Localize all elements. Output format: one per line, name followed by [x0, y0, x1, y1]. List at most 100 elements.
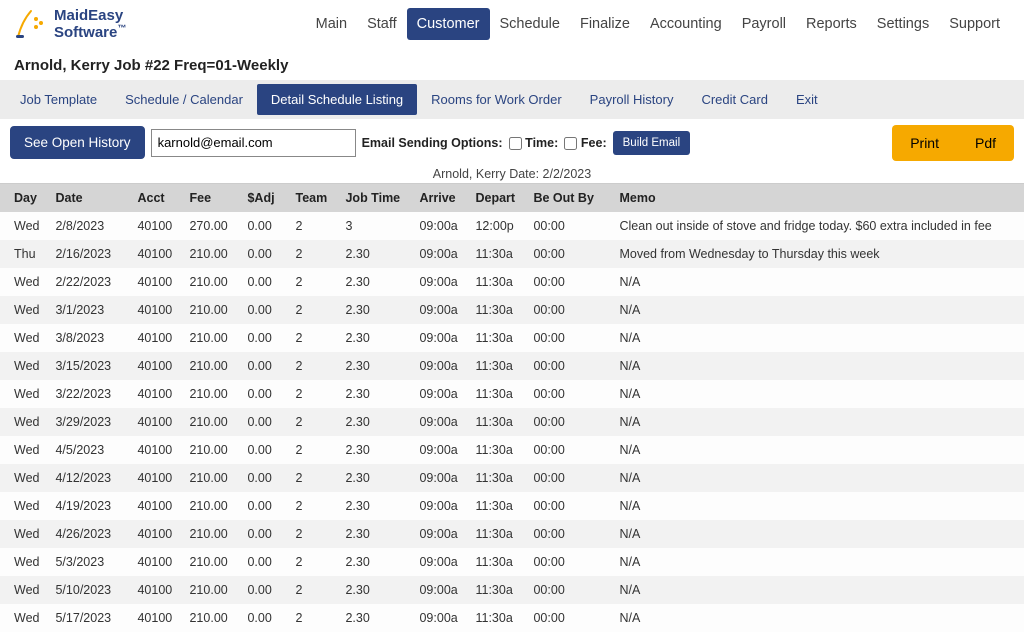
time-checkbox[interactable]: [509, 137, 522, 150]
cell-day: Wed: [0, 352, 47, 380]
cell-memo: N/A: [611, 520, 1024, 548]
cell-job: 2.30: [337, 492, 411, 520]
tab-credit-card[interactable]: Credit Card: [687, 84, 781, 115]
pdf-button[interactable]: Pdf: [957, 125, 1014, 161]
nav-schedule[interactable]: Schedule: [490, 8, 570, 40]
cell-arrive: 09:00a: [411, 352, 467, 380]
tab-detail-schedule-listing[interactable]: Detail Schedule Listing: [257, 84, 417, 115]
schedule-table-wrap[interactable]: Day Date Acct Fee $Adj Team Job Time Arr…: [0, 183, 1024, 632]
cell-job: 2.30: [337, 240, 411, 268]
cell-day: Thu: [0, 240, 47, 268]
cell-team: 2: [287, 464, 337, 492]
cell-acct: 40100: [129, 464, 181, 492]
email-input[interactable]: [151, 129, 356, 157]
table-row[interactable]: Wed5/10/202340100210.000.0022.3009:00a11…: [0, 576, 1024, 604]
cell-arrive: 09:00a: [411, 436, 467, 464]
nav-customer[interactable]: Customer: [407, 8, 490, 40]
nav-accounting[interactable]: Accounting: [640, 8, 732, 40]
cell-day: Wed: [0, 212, 47, 240]
cell-fee: 210.00: [181, 380, 239, 408]
cell-day: Wed: [0, 576, 47, 604]
col-memo: Memo: [611, 184, 1024, 212]
cell-date: 2/8/2023: [47, 212, 129, 240]
tab-job-template[interactable]: Job Template: [6, 84, 111, 115]
cell-adj: 0.00: [239, 464, 287, 492]
cell-team: 2: [287, 380, 337, 408]
cell-acct: 40100: [129, 212, 181, 240]
cell-arrive: 09:00a: [411, 408, 467, 436]
cell-job: 2.30: [337, 548, 411, 576]
table-row[interactable]: Wed3/15/202340100210.000.0022.3009:00a11…: [0, 352, 1024, 380]
table-row[interactable]: Wed2/8/202340100270.000.002309:00a12:00p…: [0, 212, 1024, 240]
time-checkbox-wrap[interactable]: Time:: [509, 135, 559, 150]
table-row[interactable]: Thu2/16/202340100210.000.0022.3009:00a11…: [0, 240, 1024, 268]
nav-support[interactable]: Support: [939, 8, 1010, 40]
cell-out: 00:00: [525, 492, 611, 520]
tab-exit[interactable]: Exit: [782, 84, 832, 115]
table-row[interactable]: Wed4/19/202340100210.000.0022.3009:00a11…: [0, 492, 1024, 520]
cell-arrive: 09:00a: [411, 296, 467, 324]
cell-job: 3: [337, 212, 411, 240]
nav-main[interactable]: Main: [306, 8, 357, 40]
cell-team: 2: [287, 212, 337, 240]
cell-adj: 0.00: [239, 436, 287, 464]
cell-arrive: 09:00a: [411, 576, 467, 604]
table-row[interactable]: Wed2/22/202340100210.000.0022.3009:00a11…: [0, 268, 1024, 296]
cell-depart: 11:30a: [467, 548, 525, 576]
nav-settings[interactable]: Settings: [867, 8, 939, 40]
table-row[interactable]: Wed5/3/202340100210.000.0022.3009:00a11:…: [0, 548, 1024, 576]
table-row[interactable]: Wed3/8/202340100210.000.0022.3009:00a11:…: [0, 324, 1024, 352]
build-email-button[interactable]: Build Email: [613, 131, 691, 155]
table-row[interactable]: Wed4/5/202340100210.000.0022.3009:00a11:…: [0, 436, 1024, 464]
cell-adj: 0.00: [239, 408, 287, 436]
cell-date: 4/12/2023: [47, 464, 129, 492]
nav-finalize[interactable]: Finalize: [570, 8, 640, 40]
fee-checkbox-wrap[interactable]: Fee:: [564, 135, 606, 150]
open-history-button[interactable]: See Open History: [10, 126, 145, 159]
table-row[interactable]: Wed3/29/202340100210.000.0022.3009:00a11…: [0, 408, 1024, 436]
cell-depart: 11:30a: [467, 576, 525, 604]
table-row[interactable]: Wed4/12/202340100210.000.0022.3009:00a11…: [0, 464, 1024, 492]
cell-acct: 40100: [129, 380, 181, 408]
cell-job: 2.30: [337, 604, 411, 632]
cell-out: 00:00: [525, 604, 611, 632]
top-nav: MainStaffCustomerScheduleFinalizeAccount…: [306, 8, 1010, 40]
cell-date: 3/22/2023: [47, 380, 129, 408]
cell-depart: 11:30a: [467, 520, 525, 548]
fee-checkbox[interactable]: [564, 137, 577, 150]
cell-job: 2.30: [337, 268, 411, 296]
cell-job: 2.30: [337, 436, 411, 464]
cell-out: 00:00: [525, 408, 611, 436]
tab-rooms-for-work-order[interactable]: Rooms for Work Order: [417, 84, 576, 115]
cell-job: 2.30: [337, 380, 411, 408]
cell-day: Wed: [0, 548, 47, 576]
cell-depart: 11:30a: [467, 268, 525, 296]
cell-arrive: 09:00a: [411, 548, 467, 576]
cell-out: 00:00: [525, 548, 611, 576]
cell-team: 2: [287, 520, 337, 548]
logo-line2: Software: [54, 24, 117, 41]
nav-reports[interactable]: Reports: [796, 8, 867, 40]
cell-day: Wed: [0, 408, 47, 436]
tab-payroll-history[interactable]: Payroll History: [576, 84, 688, 115]
cell-depart: 11:30a: [467, 324, 525, 352]
print-button[interactable]: Print: [892, 125, 957, 161]
table-row[interactable]: Wed5/17/202340100210.000.0022.3009:00a11…: [0, 604, 1024, 632]
table-row[interactable]: Wed3/22/202340100210.000.0022.3009:00a11…: [0, 380, 1024, 408]
cell-fee: 270.00: [181, 212, 239, 240]
nav-staff[interactable]: Staff: [357, 8, 407, 40]
table-row[interactable]: Wed4/26/202340100210.000.0022.3009:00a11…: [0, 520, 1024, 548]
tab-schedule-calendar[interactable]: Schedule / Calendar: [111, 84, 257, 115]
cell-out: 00:00: [525, 380, 611, 408]
cell-arrive: 09:00a: [411, 604, 467, 632]
cell-arrive: 09:00a: [411, 520, 467, 548]
col-arrive: Arrive: [411, 184, 467, 212]
cell-out: 00:00: [525, 212, 611, 240]
table-row[interactable]: Wed3/1/202340100210.000.0022.3009:00a11:…: [0, 296, 1024, 324]
cell-date: 5/10/2023: [47, 576, 129, 604]
nav-payroll[interactable]: Payroll: [732, 8, 796, 40]
cell-acct: 40100: [129, 268, 181, 296]
cell-arrive: 09:00a: [411, 492, 467, 520]
cell-fee: 210.00: [181, 492, 239, 520]
col-date: Date: [47, 184, 129, 212]
